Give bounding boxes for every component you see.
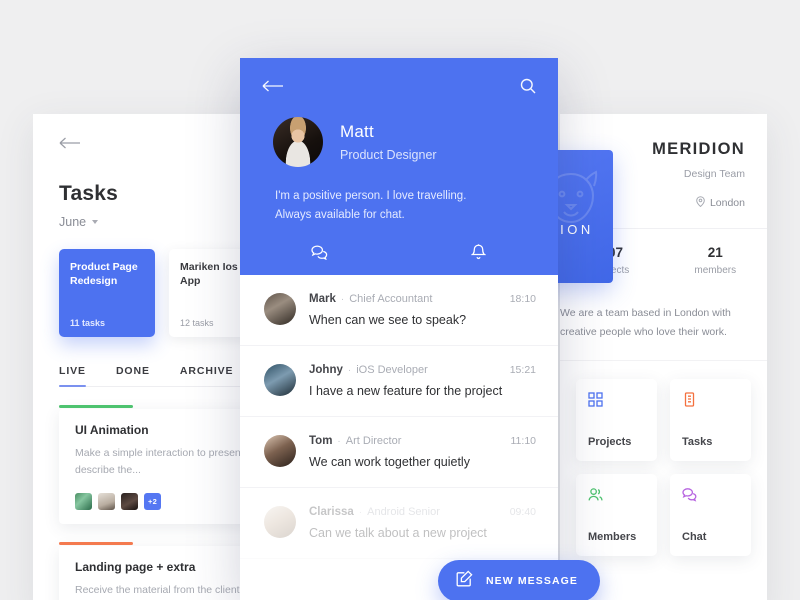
avatar bbox=[75, 492, 92, 510]
profile-name: Matt bbox=[340, 122, 374, 141]
tab-archive[interactable]: ARCHIVE bbox=[180, 365, 234, 386]
message-sender-role: Art Director bbox=[345, 435, 402, 447]
chat-back-button[interactable] bbox=[262, 79, 284, 98]
new-message-label: NEW MESSAGE bbox=[486, 575, 579, 587]
bell-icon bbox=[470, 244, 487, 266]
chat-search-button[interactable] bbox=[520, 78, 536, 99]
tab-live[interactable]: LIVE bbox=[59, 365, 86, 387]
project-task-count: 11 tasks bbox=[70, 318, 106, 328]
month-label: June bbox=[59, 215, 87, 229]
message-time: 11:10 bbox=[510, 435, 537, 447]
avatar bbox=[264, 435, 296, 467]
avatar bbox=[264, 506, 296, 538]
message-text: When can we see to speak? bbox=[309, 313, 467, 327]
avatar bbox=[264, 293, 296, 325]
chat-tabbar bbox=[240, 235, 558, 275]
profile-avatar bbox=[273, 117, 323, 167]
message-sender: Tom bbox=[309, 435, 333, 447]
tasks-back-button[interactable] bbox=[59, 136, 81, 154]
team-location-label: London bbox=[709, 197, 745, 209]
separator-dot: · bbox=[337, 436, 341, 447]
team-description: We are a team based in London with creat… bbox=[560, 292, 767, 361]
compose-icon bbox=[456, 570, 473, 592]
profile-bio-line-2: Always available for chat. bbox=[275, 208, 405, 221]
message-list: Mark · Chief Accountant 18:10 When can w… bbox=[240, 275, 558, 559]
map-pin-icon bbox=[696, 196, 705, 210]
tile-label: Projects bbox=[588, 435, 632, 448]
message-time: 18:10 bbox=[509, 293, 536, 305]
grid-icon bbox=[588, 392, 603, 407]
stat-label: members bbox=[694, 265, 737, 276]
message-sender: Mark bbox=[309, 293, 336, 305]
message-sender-role: Android Senior bbox=[367, 506, 440, 518]
message-sender: Johny bbox=[309, 364, 343, 376]
tab-done[interactable]: DONE bbox=[116, 365, 150, 386]
chat-bubble-icon bbox=[311, 245, 328, 265]
tile-tasks[interactable]: Tasks bbox=[670, 378, 751, 461]
arrow-left-icon bbox=[59, 136, 81, 150]
tab-messages[interactable] bbox=[240, 235, 399, 275]
stat-members: 21 members bbox=[664, 245, 768, 276]
chat-profile-header: Matt Product Designer I'm a positive per… bbox=[240, 58, 558, 275]
avatar bbox=[264, 364, 296, 396]
chat-bubble-icon bbox=[682, 487, 697, 502]
profile-bio-line-1: I'm a positive person. I love travelling… bbox=[275, 190, 467, 202]
message-sender-role: iOS Developer bbox=[356, 364, 428, 376]
arrow-left-icon bbox=[262, 80, 284, 97]
profile-bio: I'm a positive person. I love travelling… bbox=[240, 167, 558, 224]
project-card-active[interactable]: Product Page Redesign 11 tasks bbox=[59, 249, 155, 337]
message-item[interactable]: Johny · iOS Developer 15:21 I have a new… bbox=[240, 346, 558, 417]
message-sender-role: Chief Accountant bbox=[349, 293, 433, 305]
tile-label: Tasks bbox=[682, 435, 713, 448]
tile-label: Chat bbox=[682, 530, 707, 543]
tile-members[interactable]: Members bbox=[576, 473, 657, 556]
message-time: 09:40 bbox=[509, 506, 536, 518]
message-item[interactable]: Tom · Art Director 11:10 We can work tog… bbox=[240, 417, 558, 488]
separator-dot: · bbox=[347, 365, 352, 376]
search-icon bbox=[520, 78, 536, 98]
message-text: We can work together quietly bbox=[309, 455, 470, 469]
tab-notifications[interactable] bbox=[399, 235, 558, 275]
profile-role: Product Designer bbox=[340, 148, 437, 162]
message-item[interactable]: Clarissa · Android Senior 09:40 Can we t… bbox=[240, 488, 558, 559]
tile-projects[interactable]: Projects bbox=[576, 378, 657, 461]
project-name: Product Page Redesign bbox=[70, 261, 138, 288]
separator-dot: · bbox=[358, 507, 363, 518]
message-item[interactable]: Mark · Chief Accountant 18:10 When can w… bbox=[240, 275, 558, 346]
team-tile-grid: Projects Tasks Members Chat bbox=[560, 361, 767, 574]
users-icon bbox=[588, 487, 603, 502]
message-time: 15:21 bbox=[509, 364, 536, 376]
new-message-button[interactable]: NEW MESSAGE bbox=[438, 560, 601, 600]
tile-chat[interactable]: Chat bbox=[670, 473, 751, 556]
message-text: I have a new feature for the project bbox=[309, 384, 503, 398]
separator-dot: · bbox=[340, 294, 345, 305]
avatar bbox=[121, 492, 138, 510]
avatar-overflow-badge[interactable]: +2 bbox=[144, 492, 161, 510]
avatar bbox=[98, 492, 115, 510]
list-icon bbox=[682, 392, 697, 407]
message-text: Can we talk about a new project bbox=[309, 526, 487, 540]
stat-value: 21 bbox=[707, 245, 723, 260]
chat-panel: Matt Product Designer I'm a positive per… bbox=[240, 58, 558, 600]
chevron-down-icon bbox=[92, 220, 99, 224]
tile-label: Members bbox=[588, 530, 637, 543]
message-sender: Clarissa bbox=[309, 506, 354, 518]
